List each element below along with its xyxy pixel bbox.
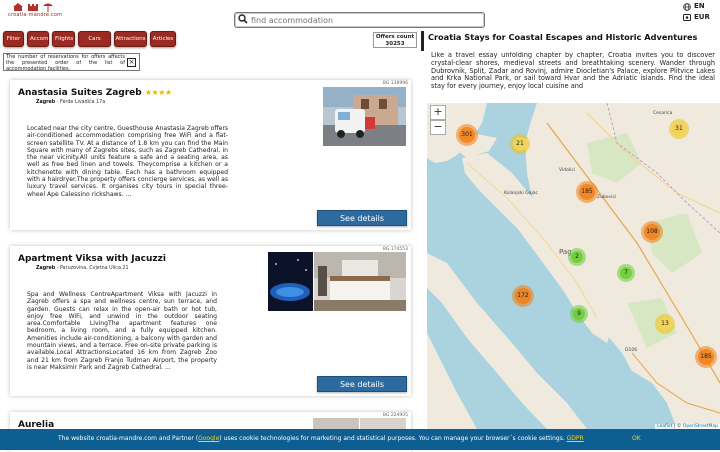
map-cluster-marker[interactable]: 301 (456, 124, 478, 146)
cluster-count: 172 (515, 288, 531, 304)
see-details-button[interactable]: See details (317, 210, 407, 226)
filter-button[interactable]: Filter (3, 31, 24, 47)
logo-icons (8, 2, 68, 12)
listing-card: BG.174553 Apartment Viksa with Jacuzzi Z… (10, 246, 411, 396)
filter-bar: Filter Accommodation Flights Cars Attrac… (3, 31, 176, 47)
flights-button[interactable]: Flights (52, 31, 75, 47)
cluster-count: 108 (644, 224, 660, 240)
listing-title[interactable]: Anastasia Suites Zagreb ★★★★ (18, 88, 172, 98)
sorting-notice-text: The number of reservations for offers af… (6, 54, 125, 72)
map-background (427, 103, 720, 429)
listing-address: Ferde Livadića 17a (59, 100, 106, 105)
cluster-count: 185 (698, 349, 714, 365)
map-cluster-marker[interactable]: 185 (695, 346, 717, 368)
currency-selector[interactable]: EUR (683, 12, 710, 23)
listing-card: BG.138996 Anastasia Suites Zagreb ★★★★ Z… (10, 80, 411, 230)
map-label: Vidalici (559, 168, 576, 173)
listing-description: Spa and Wellness CentreApartment Viksa w… (27, 291, 217, 371)
offers-count-label: Offers count (375, 34, 415, 40)
listing-id: BG.138996 (382, 81, 408, 86)
globe-icon (683, 2, 691, 11)
zoom-out-button[interactable]: − (430, 120, 446, 135)
star-rating-icon: ★★★★ (144, 88, 172, 97)
castle-icon (28, 4, 38, 11)
map-cluster-marker[interactable]: 2 (568, 248, 586, 266)
listing-address: Paruzovina, Cvjetna Ulica 21 (59, 266, 129, 271)
sorting-notice: The number of reservations for offers af… (3, 53, 140, 71)
intro-title: Croatia Stays for Coastal Escapes and Hi… (428, 32, 698, 42)
listing-city: Zagreb (36, 266, 56, 271)
language-label: EN (694, 2, 705, 10)
cluster-count: 7 (619, 266, 633, 280)
search-box[interactable] (234, 12, 485, 28)
site-logo[interactable]: croatia-mandre.com (8, 2, 68, 26)
cluster-count: 2 (570, 250, 584, 264)
language-currency: EN EUR (683, 1, 710, 23)
close-icon[interactable]: × (127, 58, 136, 67)
beach-umbrella-icon (43, 3, 53, 12)
cars-button[interactable]: Cars (78, 31, 111, 47)
map-cluster-marker[interactable]: 108 (641, 221, 663, 243)
listing-city: Zagreb (36, 100, 56, 105)
articles-button[interactable]: Articles (150, 31, 176, 47)
cluster-count: 185 (579, 184, 595, 200)
map-label: D106 (625, 348, 638, 353)
search-input[interactable] (251, 15, 471, 25)
map-cluster-marker[interactable]: 13 (655, 314, 675, 334)
zoom-in-button[interactable]: + (430, 105, 446, 120)
map-label: Kolanjski Gajac (504, 191, 538, 196)
see-details-button[interactable]: See details (317, 376, 407, 392)
logo-text: croatia-mandre.com (8, 12, 63, 18)
map-cluster-marker[interactable]: 31 (669, 119, 689, 139)
accommodation-map[interactable]: Cesarica Vidalici Kolanjski Gajac Zubovi… (427, 103, 720, 429)
language-selector[interactable]: EN (683, 1, 710, 12)
map-cluster-marker[interactable]: 185 (576, 181, 598, 203)
map-cluster-marker[interactable]: 172 (512, 285, 534, 307)
house-icon (13, 3, 23, 11)
listing-title[interactable]: Apartment Viksa with Jacuzzi (18, 254, 166, 264)
intro-text: Like a travel essay unfolding chapter by… (431, 52, 715, 91)
cookie-text-before: The website croatia-mandre.com and Partn… (58, 435, 199, 442)
cookie-text: The website croatia-mandre.com and Partn… (58, 435, 584, 442)
offers-count-value: 30253 (385, 40, 405, 47)
cluster-count: 9 (572, 307, 586, 321)
gdpr-link[interactable]: GDPR (567, 435, 584, 442)
google-link[interactable]: Google (198, 435, 219, 442)
accommodation-button[interactable]: Accommodation (27, 31, 49, 47)
listing-title-text: Apartment Viksa with Jacuzzi (18, 254, 166, 264)
cluster-count: 21 (512, 136, 528, 152)
listing-photo[interactable] (323, 87, 406, 146)
cluster-count: 301 (459, 127, 475, 143)
currency-icon (683, 14, 691, 21)
cookie-bar: The website croatia-mandre.com and Partn… (0, 429, 720, 450)
listing-title-text: Anastasia Suites Zagreb (18, 88, 142, 98)
map-label: Zubovici (597, 195, 617, 200)
listing-location: Zagreb - Paruzovina, Cvjetna Ulica 21 (36, 266, 129, 271)
offers-count: Offers count 30253 (373, 32, 417, 48)
listing-photo-jacuzzi[interactable] (268, 252, 313, 311)
cluster-count: 13 (657, 316, 673, 332)
currency-label: EUR (694, 13, 710, 21)
listing-location: Zagreb - Ferde Livadića 17a (36, 100, 106, 105)
attractions-button[interactable]: Attractions (114, 31, 147, 47)
cookie-ok-button[interactable]: OK (632, 435, 641, 442)
cookie-text-after: ) uses cookie technologies for marketing… (219, 435, 565, 442)
map-cluster-marker[interactable]: 9 (570, 305, 588, 323)
search-icon[interactable] (235, 13, 251, 27)
cluster-count: 31 (671, 121, 687, 137)
map-cluster-marker[interactable]: 21 (510, 134, 530, 154)
listing-photo-bedroom[interactable] (314, 252, 406, 311)
section-divider (421, 31, 424, 51)
map-cluster-marker[interactable]: 7 (617, 264, 635, 282)
header: croatia-mandre.com EN EUR (0, 0, 720, 30)
map-label: Cesarica (653, 111, 673, 116)
listing-description: Located near the city centre, Guesthouse… (27, 125, 228, 198)
